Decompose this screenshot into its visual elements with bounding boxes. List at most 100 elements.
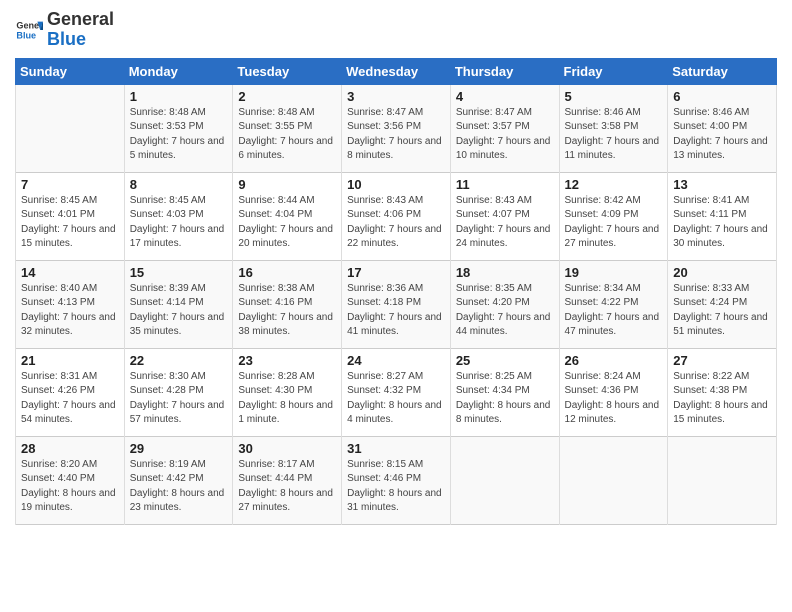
calendar-cell xyxy=(16,84,125,172)
day-number: 20 xyxy=(673,265,771,280)
day-number: 6 xyxy=(673,89,771,104)
sunrise-label: Sunrise: 8:20 AM xyxy=(21,459,97,470)
daylight-label: Daylight: 7 hours and 27 minutes. xyxy=(565,224,660,250)
daylight-label: Daylight: 7 hours and 35 minutes. xyxy=(130,312,225,338)
sunset-label: Sunset: 4:16 PM xyxy=(238,297,312,308)
calendar-cell: 20 Sunrise: 8:33 AM Sunset: 4:24 PM Dayl… xyxy=(668,260,777,348)
daylight-label: Daylight: 7 hours and 24 minutes. xyxy=(456,224,551,250)
calendar-cell: 14 Sunrise: 8:40 AM Sunset: 4:13 PM Dayl… xyxy=(16,260,125,348)
sunrise-label: Sunrise: 8:42 AM xyxy=(565,195,641,206)
day-number: 10 xyxy=(347,177,445,192)
sunrise-label: Sunrise: 8:36 AM xyxy=(347,283,423,294)
daylight-label: Daylight: 7 hours and 44 minutes. xyxy=(456,312,551,338)
daylight-label: Daylight: 7 hours and 15 minutes. xyxy=(21,224,116,250)
daylight-label: Daylight: 7 hours and 51 minutes. xyxy=(673,312,768,338)
calendar-cell: 26 Sunrise: 8:24 AM Sunset: 4:36 PM Dayl… xyxy=(559,348,668,436)
day-number: 27 xyxy=(673,353,771,368)
day-info: Sunrise: 8:35 AM Sunset: 4:20 PM Dayligh… xyxy=(456,282,554,340)
sunrise-label: Sunrise: 8:45 AM xyxy=(21,195,97,206)
daylight-label: Daylight: 7 hours and 6 minutes. xyxy=(238,136,333,162)
sunset-label: Sunset: 3:53 PM xyxy=(130,121,204,132)
day-info: Sunrise: 8:31 AM Sunset: 4:26 PM Dayligh… xyxy=(21,370,119,428)
calendar-week-row: 7 Sunrise: 8:45 AM Sunset: 4:01 PM Dayli… xyxy=(16,172,777,260)
sunrise-label: Sunrise: 8:46 AM xyxy=(565,107,641,118)
daylight-label: Daylight: 8 hours and 12 minutes. xyxy=(565,400,660,426)
sunrise-label: Sunrise: 8:34 AM xyxy=(565,283,641,294)
sunrise-label: Sunrise: 8:47 AM xyxy=(456,107,532,118)
daylight-label: Daylight: 7 hours and 22 minutes. xyxy=(347,224,442,250)
col-monday: Monday xyxy=(124,58,233,84)
sunset-label: Sunset: 4:13 PM xyxy=(21,297,95,308)
calendar-week-row: 28 Sunrise: 8:20 AM Sunset: 4:40 PM Dayl… xyxy=(16,436,777,524)
daylight-label: Daylight: 8 hours and 4 minutes. xyxy=(347,400,442,426)
day-info: Sunrise: 8:25 AM Sunset: 4:34 PM Dayligh… xyxy=(456,370,554,428)
day-info: Sunrise: 8:38 AM Sunset: 4:16 PM Dayligh… xyxy=(238,282,336,340)
daylight-label: Daylight: 7 hours and 17 minutes. xyxy=(130,224,225,250)
sunrise-label: Sunrise: 8:40 AM xyxy=(21,283,97,294)
day-info: Sunrise: 8:39 AM Sunset: 4:14 PM Dayligh… xyxy=(130,282,228,340)
sunrise-label: Sunrise: 8:43 AM xyxy=(456,195,532,206)
daylight-label: Daylight: 8 hours and 8 minutes. xyxy=(456,400,551,426)
day-number: 22 xyxy=(130,353,228,368)
sunrise-label: Sunrise: 8:48 AM xyxy=(238,107,314,118)
sunrise-label: Sunrise: 8:35 AM xyxy=(456,283,532,294)
calendar-cell: 3 Sunrise: 8:47 AM Sunset: 3:56 PM Dayli… xyxy=(342,84,451,172)
day-info: Sunrise: 8:43 AM Sunset: 4:07 PM Dayligh… xyxy=(456,194,554,252)
daylight-label: Daylight: 7 hours and 8 minutes. xyxy=(347,136,442,162)
logo: General Blue General Blue xyxy=(15,10,114,50)
day-info: Sunrise: 8:42 AM Sunset: 4:09 PM Dayligh… xyxy=(565,194,663,252)
day-info: Sunrise: 8:48 AM Sunset: 3:53 PM Dayligh… xyxy=(130,106,228,164)
calendar-cell: 15 Sunrise: 8:39 AM Sunset: 4:14 PM Dayl… xyxy=(124,260,233,348)
calendar-cell xyxy=(668,436,777,524)
calendar-cell: 1 Sunrise: 8:48 AM Sunset: 3:53 PM Dayli… xyxy=(124,84,233,172)
sunset-label: Sunset: 4:30 PM xyxy=(238,385,312,396)
day-number: 2 xyxy=(238,89,336,104)
day-info: Sunrise: 8:47 AM Sunset: 3:57 PM Dayligh… xyxy=(456,106,554,164)
day-info: Sunrise: 8:46 AM Sunset: 4:00 PM Dayligh… xyxy=(673,106,771,164)
day-number: 14 xyxy=(21,265,119,280)
day-info: Sunrise: 8:47 AM Sunset: 3:56 PM Dayligh… xyxy=(347,106,445,164)
sunset-label: Sunset: 3:58 PM xyxy=(565,121,639,132)
day-number: 12 xyxy=(565,177,663,192)
day-number: 26 xyxy=(565,353,663,368)
daylight-label: Daylight: 7 hours and 47 minutes. xyxy=(565,312,660,338)
day-number: 13 xyxy=(673,177,771,192)
calendar-cell: 21 Sunrise: 8:31 AM Sunset: 4:26 PM Dayl… xyxy=(16,348,125,436)
col-tuesday: Tuesday xyxy=(233,58,342,84)
day-info: Sunrise: 8:22 AM Sunset: 4:38 PM Dayligh… xyxy=(673,370,771,428)
daylight-label: Daylight: 8 hours and 19 minutes. xyxy=(21,488,116,514)
day-info: Sunrise: 8:44 AM Sunset: 4:04 PM Dayligh… xyxy=(238,194,336,252)
calendar-cell: 28 Sunrise: 8:20 AM Sunset: 4:40 PM Dayl… xyxy=(16,436,125,524)
sunrise-label: Sunrise: 8:28 AM xyxy=(238,371,314,382)
sunset-label: Sunset: 4:40 PM xyxy=(21,473,95,484)
day-number: 4 xyxy=(456,89,554,104)
daylight-label: Daylight: 8 hours and 15 minutes. xyxy=(673,400,768,426)
day-info: Sunrise: 8:34 AM Sunset: 4:22 PM Dayligh… xyxy=(565,282,663,340)
day-info: Sunrise: 8:15 AM Sunset: 4:46 PM Dayligh… xyxy=(347,458,445,516)
daylight-label: Daylight: 7 hours and 32 minutes. xyxy=(21,312,116,338)
day-info: Sunrise: 8:45 AM Sunset: 4:01 PM Dayligh… xyxy=(21,194,119,252)
day-number: 16 xyxy=(238,265,336,280)
day-number: 8 xyxy=(130,177,228,192)
day-info: Sunrise: 8:19 AM Sunset: 4:42 PM Dayligh… xyxy=(130,458,228,516)
sunrise-label: Sunrise: 8:24 AM xyxy=(565,371,641,382)
sunrise-label: Sunrise: 8:48 AM xyxy=(130,107,206,118)
day-number: 28 xyxy=(21,441,119,456)
calendar-cell: 22 Sunrise: 8:30 AM Sunset: 4:28 PM Dayl… xyxy=(124,348,233,436)
sunset-label: Sunset: 4:44 PM xyxy=(238,473,312,484)
calendar-cell: 10 Sunrise: 8:43 AM Sunset: 4:06 PM Dayl… xyxy=(342,172,451,260)
sunset-label: Sunset: 4:24 PM xyxy=(673,297,747,308)
page-container: General Blue General Blue Sunday Monday … xyxy=(0,0,792,612)
calendar-cell: 7 Sunrise: 8:45 AM Sunset: 4:01 PM Dayli… xyxy=(16,172,125,260)
sunset-label: Sunset: 4:46 PM xyxy=(347,473,421,484)
calendar-cell: 31 Sunrise: 8:15 AM Sunset: 4:46 PM Dayl… xyxy=(342,436,451,524)
sunrise-label: Sunrise: 8:19 AM xyxy=(130,459,206,470)
day-number: 1 xyxy=(130,89,228,104)
day-number: 9 xyxy=(238,177,336,192)
day-number: 3 xyxy=(347,89,445,104)
logo-text: General Blue xyxy=(47,10,114,50)
daylight-label: Daylight: 7 hours and 20 minutes. xyxy=(238,224,333,250)
daylight-label: Daylight: 8 hours and 31 minutes. xyxy=(347,488,442,514)
daylight-label: Daylight: 8 hours and 1 minute. xyxy=(238,400,333,426)
col-friday: Friday xyxy=(559,58,668,84)
